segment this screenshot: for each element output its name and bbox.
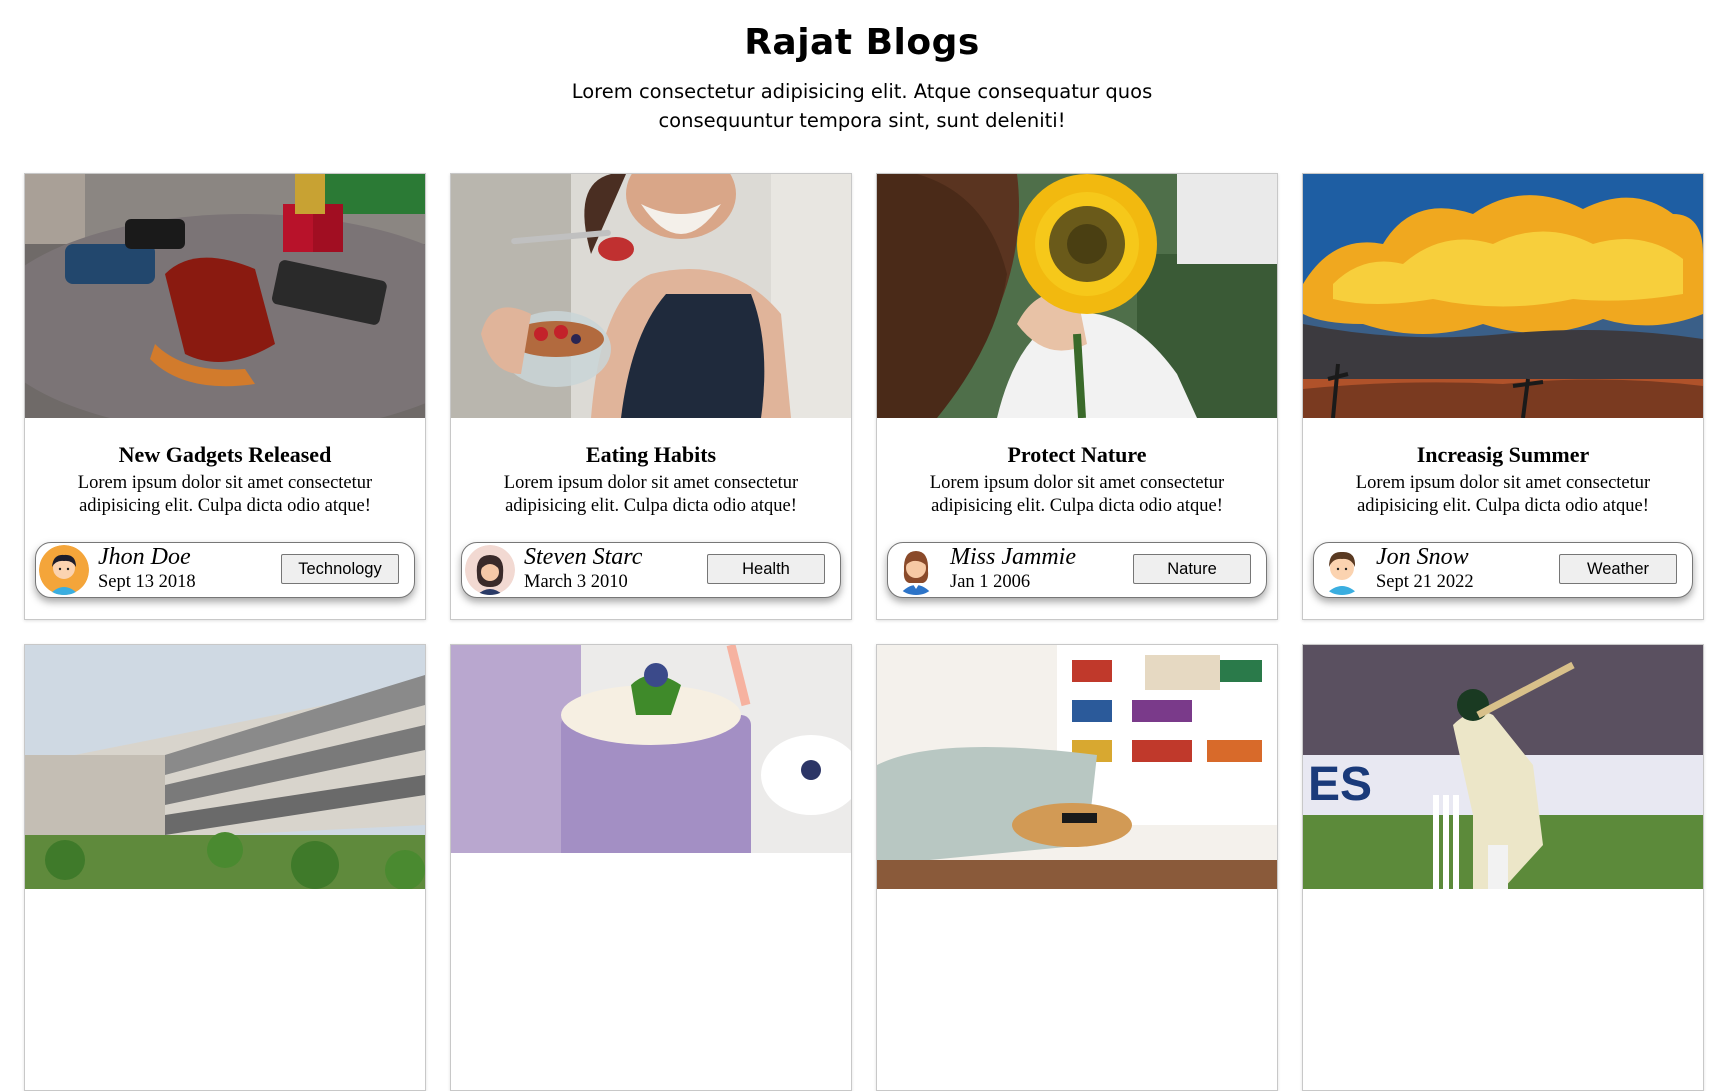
gadgets-photo	[25, 174, 425, 418]
blog-card[interactable]	[876, 644, 1278, 1091]
avatar	[465, 545, 515, 595]
living-room-photo	[877, 645, 1277, 889]
author-name: Jhon Doe	[98, 544, 191, 570]
category-button-weather[interactable]: Weather	[1559, 554, 1677, 584]
card-text: Lorem ipsum dolor sit amet consectetur a…	[503, 473, 799, 516]
avatar	[891, 545, 941, 595]
blog-card[interactable]: ES	[1302, 644, 1704, 1091]
author-name: Jon Snow	[1376, 544, 1469, 570]
blog-card[interactable]: Protect Nature Lorem ipsum dolor sit ame…	[876, 173, 1278, 620]
author-bar: Steven Starc March 3 2010 Health	[461, 542, 841, 598]
blueberry-smoothie-photo	[451, 645, 851, 889]
sunflower-photo	[877, 174, 1277, 418]
author-name: Steven Starc	[524, 544, 643, 570]
storm-clouds-photo	[1303, 174, 1703, 418]
page-title: Rajat Blogs	[744, 22, 980, 63]
author-bar: Jon Snow Sept 21 2022 Weather	[1313, 542, 1693, 598]
post-date: March 3 2010	[524, 572, 628, 592]
card-title: Protect Nature	[1007, 442, 1147, 467]
category-button-technology[interactable]: Technology	[281, 554, 399, 584]
card-text: Lorem ipsum dolor sit amet consectetur a…	[77, 473, 373, 516]
blog-card[interactable]	[24, 644, 426, 1091]
card-title: Eating Habits	[585, 442, 717, 467]
blog-grid: New Gadgets Released Lorem ipsum dolor s…	[24, 173, 1704, 1091]
author-bar: Miss Jammie Jan 1 2006 Nature	[887, 542, 1267, 598]
card-text: Lorem ipsum dolor sit amet consectetur a…	[929, 473, 1225, 516]
category-button-nature[interactable]: Nature	[1133, 554, 1251, 584]
avatar	[39, 545, 89, 595]
cricket-batsman-photo: ES	[1303, 645, 1703, 889]
post-date: Sept 13 2018	[98, 572, 196, 592]
avatar	[1317, 545, 1367, 595]
post-date: Jan 1 2006	[950, 572, 1031, 592]
author-name: Miss Jammie	[950, 544, 1076, 570]
card-text: Lorem ipsum dolor sit amet consectetur a…	[1355, 473, 1651, 516]
healthy-bowl-photo	[451, 174, 851, 418]
category-button-health[interactable]: Health	[707, 554, 825, 584]
blog-card[interactable]: Increasig Summer Lorem ipsum dolor sit a…	[1302, 173, 1704, 620]
blog-card[interactable]: New Gadgets Released Lorem ipsum dolor s…	[24, 173, 426, 620]
page-header: Rajat Blogs Lorem consectetur adipisicin…	[0, 0, 1724, 135]
svg-text:ES: ES	[1308, 758, 1372, 811]
blog-card[interactable]	[450, 644, 852, 1091]
author-bar: Jhon Doe Sept 13 2018 Technology	[35, 542, 415, 598]
blog-card[interactable]: Eating Habits Lorem ipsum dolor sit amet…	[450, 173, 852, 620]
college-building-photo	[25, 645, 425, 889]
post-date: Sept 21 2022	[1376, 572, 1474, 592]
card-title: New Gadgets Released	[118, 442, 332, 467]
page-subtitle: Lorem consectetur adipisicing elit. Atqu…	[571, 80, 1153, 132]
card-title: Increasig Summer	[1416, 442, 1590, 467]
